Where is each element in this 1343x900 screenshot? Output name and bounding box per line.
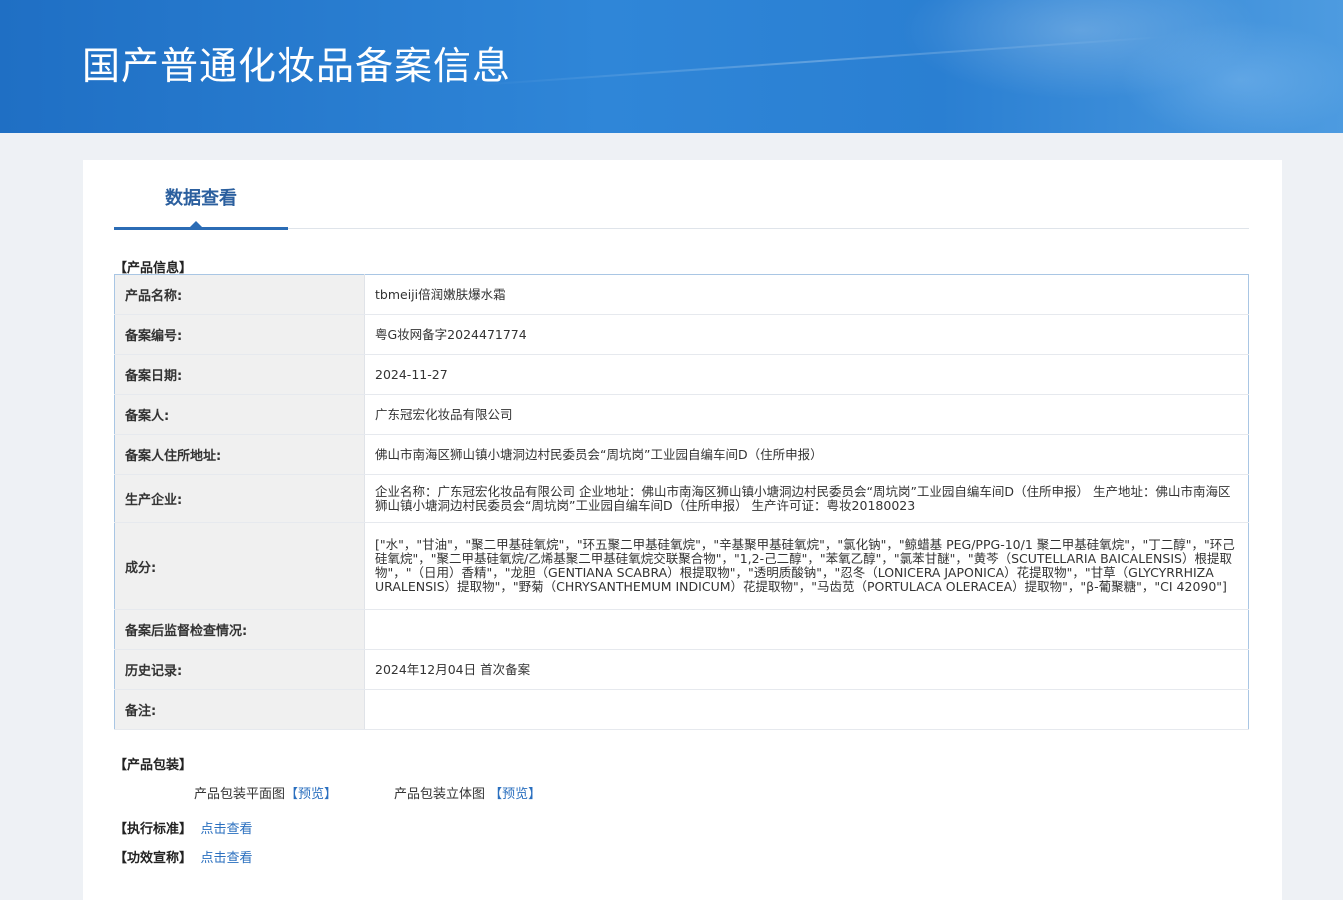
- product-info-table: 产品名称: tbmeiji倍润嫩肤爆水霜 备案编号: 粤G妆网备字2024471…: [114, 274, 1249, 730]
- packaging-flat-row: 产品包装平面图【预览】: [194, 783, 337, 802]
- table-row: 历史记录: 2024年12月04日 首次备案: [114, 649, 1249, 690]
- content-card: 数据查看 【产品信息】 产品名称: tbmeiji倍润嫩肤爆水霜 备案编号: 粤…: [83, 160, 1282, 900]
- row-value: 佛山市南海区狮山镇小塘洞边村民委员会“周坑岗”工业园自编车间D（住所申报）: [364, 434, 1249, 475]
- row-label: 备案编号:: [114, 314, 365, 355]
- table-row: 成分: ["水"，"甘油"，"聚二甲基硅氧烷"，"环五聚二甲基硅氧烷"，"辛基聚…: [114, 522, 1249, 610]
- packaging-flat-label: 产品包装平面图: [194, 787, 286, 802]
- table-row: 备案人: 广东冠宏化妆品有限公司: [114, 394, 1249, 435]
- row-value: 粤G妆网备字2024471774: [364, 314, 1249, 355]
- row-label: 备案后监督检查情况:: [114, 609, 365, 650]
- table-row: 备案人住所地址: 佛山市南海区狮山镇小塘洞边村民委员会“周坑岗”工业园自编车间D…: [114, 434, 1249, 475]
- page-title: 国产普通化妆品备案信息: [82, 44, 512, 88]
- section-title-packaging: 【产品包装】: [114, 758, 193, 773]
- row-label: 历史记录:: [114, 649, 365, 690]
- table-row: 产品名称: tbmeiji倍润嫩肤爆水霜: [114, 274, 1249, 315]
- table-row: 生产企业: 企业名称：广东冠宏化妆品有限公司 企业地址：佛山市南海区狮山镇小塘洞…: [114, 474, 1249, 523]
- preview-flat-link[interactable]: 【预览】: [285, 787, 337, 802]
- packaging-solid-row: 产品包装立体图 【预览】: [394, 783, 541, 802]
- preview-solid-link[interactable]: 【预览】: [489, 787, 541, 802]
- row-value: 2024-11-27: [364, 354, 1249, 395]
- standard-view-link[interactable]: 点击查看: [201, 822, 253, 837]
- table-row: 备案编号: 粤G妆网备字2024471774: [114, 314, 1249, 355]
- row-label: 生产企业:: [114, 474, 365, 523]
- row-label: 备案人:: [114, 394, 365, 435]
- efficacy-label: 【功效宣称】: [114, 851, 193, 866]
- row-value: ["水"，"甘油"，"聚二甲基硅氧烷"，"环五聚二甲基硅氧烷"，"辛基聚甲基硅氧…: [364, 522, 1249, 610]
- section-title-standard: 【执行标准】 点击查看: [114, 818, 253, 837]
- row-label: 产品名称:: [114, 274, 365, 315]
- row-value: tbmeiji倍润嫩肤爆水霜: [364, 274, 1249, 315]
- row-value: 2024年12月04日 首次备案: [364, 649, 1249, 690]
- row-label: 备注:: [114, 689, 365, 730]
- row-label: 备案人住所地址:: [114, 434, 365, 475]
- standard-label: 【执行标准】: [114, 822, 193, 837]
- efficacy-view-link[interactable]: 点击查看: [201, 851, 253, 866]
- tab-caret-icon: [190, 221, 202, 227]
- table-row: 备案后监督检查情况:: [114, 609, 1249, 650]
- section-title-efficacy: 【功效宣称】 点击查看: [114, 847, 253, 866]
- row-label: 成分:: [114, 522, 365, 610]
- packaging-solid-label: 产品包装立体图: [394, 787, 486, 802]
- row-value: 广东冠宏化妆品有限公司: [364, 394, 1249, 435]
- table-row: 备案日期: 2024-11-27: [114, 354, 1249, 395]
- tab-active-indicator: [114, 227, 288, 230]
- row-value: 企业名称：广东冠宏化妆品有限公司 企业地址：佛山市南海区狮山镇小塘洞边村民委员会…: [364, 474, 1249, 523]
- row-value: [364, 609, 1249, 650]
- row-value: [364, 689, 1249, 730]
- table-row: 备注:: [114, 689, 1249, 730]
- row-label: 备案日期:: [114, 354, 365, 395]
- header-banner: 国产普通化妆品备案信息: [0, 0, 1343, 133]
